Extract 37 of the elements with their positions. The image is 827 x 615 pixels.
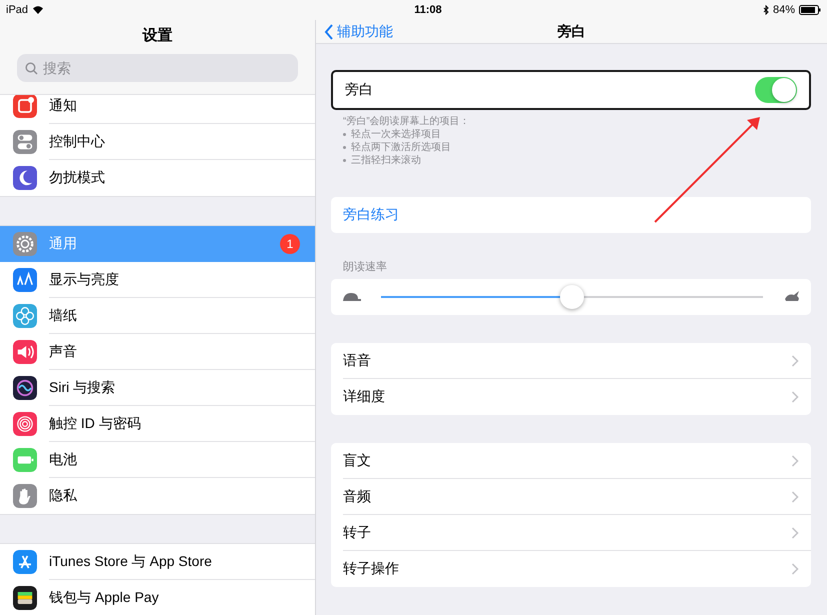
footer-note: “旁白”会朗读屏幕上的项目： [343, 115, 471, 128]
bluetooth-icon [762, 5, 769, 15]
back-button[interactable]: 辅助功能 [316, 22, 393, 40]
nav-row[interactable]: 详细度 [331, 379, 811, 415]
bullet-icon [343, 159, 346, 162]
nav-row[interactable]: 盲文 [331, 443, 811, 479]
setting-label: 旁白 [345, 81, 374, 99]
device-name: iPad [6, 4, 28, 16]
clock: 11:08 [413, 4, 443, 16]
battery-percent: 84% [772, 4, 795, 16]
chevron-icon [791, 527, 799, 539]
chevron-icon [791, 455, 799, 467]
bullet-icon [343, 133, 346, 136]
nav-row[interactable]: 音频 [331, 479, 811, 515]
section-header: 朗读速率 [342, 260, 388, 275]
search-field[interactable]: 搜索 [17, 54, 298, 82]
toggle-switch[interactable] [755, 77, 797, 103]
footer-bullet: 轻点两下激活所选项目 [351, 141, 451, 154]
settings-item[interactable]: 通用 1 [0, 226, 315, 262]
back-chevron-icon [324, 24, 334, 40]
bullet-icon [343, 146, 346, 149]
practice-link[interactable]: 旁白练习 [343, 206, 399, 224]
wifi-icon [32, 5, 44, 15]
chevron-icon [791, 355, 799, 367]
footer-bullet: 三指轻扫来滚动 [351, 154, 421, 167]
notification-badge: 1 [280, 234, 300, 254]
chevron-icon [791, 563, 799, 575]
nav-row[interactable]: 转子操作 [331, 551, 811, 587]
chevron-icon [791, 491, 799, 503]
slider-thumb[interactable] [560, 285, 584, 309]
sidebar-title: 设置 [142, 26, 172, 46]
nav-row[interactable]: 语音 [331, 343, 811, 379]
battery-icon [799, 5, 821, 15]
chevron-icon [791, 391, 799, 403]
footer-bullet: 轻点一次来选择项目 [351, 128, 441, 141]
nav-row[interactable]: 转子 [331, 515, 811, 551]
page-title: 旁白 [558, 22, 586, 38]
